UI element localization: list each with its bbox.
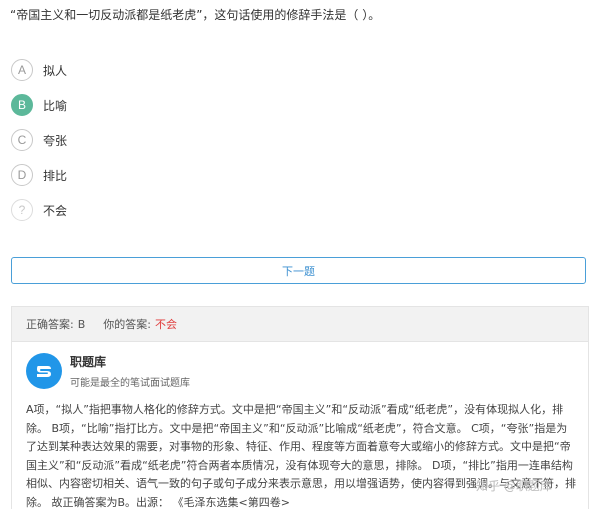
- correct-answer-value: B: [77, 317, 86, 331]
- option-c[interactable]: C 夸张: [11, 128, 67, 152]
- option-b-marker: B: [11, 94, 33, 116]
- your-answer-label: 你的答案:: [103, 318, 151, 331]
- option-c-marker: C: [11, 129, 33, 151]
- option-d-label: 排比: [43, 168, 68, 183]
- question-text: “帝国主义和一切反动派都是纸老虎”，这句话使用的修辞手法是（ ）。: [10, 8, 381, 22]
- next-question-button[interactable]: 下一题: [11, 257, 586, 284]
- question-mark-icon: ?: [11, 199, 33, 221]
- option-a-label: 拟人: [43, 63, 68, 78]
- option-d-marker: D: [11, 164, 33, 186]
- option-c-label: 夸张: [43, 133, 68, 148]
- option-unknown[interactable]: ? 不会: [11, 198, 67, 222]
- correct-answer-label: 正确答案:: [26, 318, 74, 331]
- option-d[interactable]: D 排比: [11, 163, 67, 187]
- your-answer-value: 不会: [154, 318, 177, 331]
- option-a-marker: A: [11, 59, 33, 81]
- source-card: 职题库 可能是最全的笔试面试题库: [26, 353, 190, 389]
- source-tagline: 可能是最全的笔试面试题库: [70, 378, 190, 389]
- option-b-label: 比喻: [43, 98, 68, 113]
- option-unknown-label: 不会: [43, 203, 68, 218]
- zhitiku-logo-icon: [26, 353, 62, 389]
- zhihu-watermark: 知乎 @职题库: [476, 479, 552, 493]
- option-b[interactable]: B 比喻: [11, 93, 67, 117]
- answer-header: 正确答案: B 你的答案: 不会: [12, 307, 588, 342]
- option-a[interactable]: A 拟人: [11, 58, 67, 82]
- source-name: 职题库: [70, 355, 107, 369]
